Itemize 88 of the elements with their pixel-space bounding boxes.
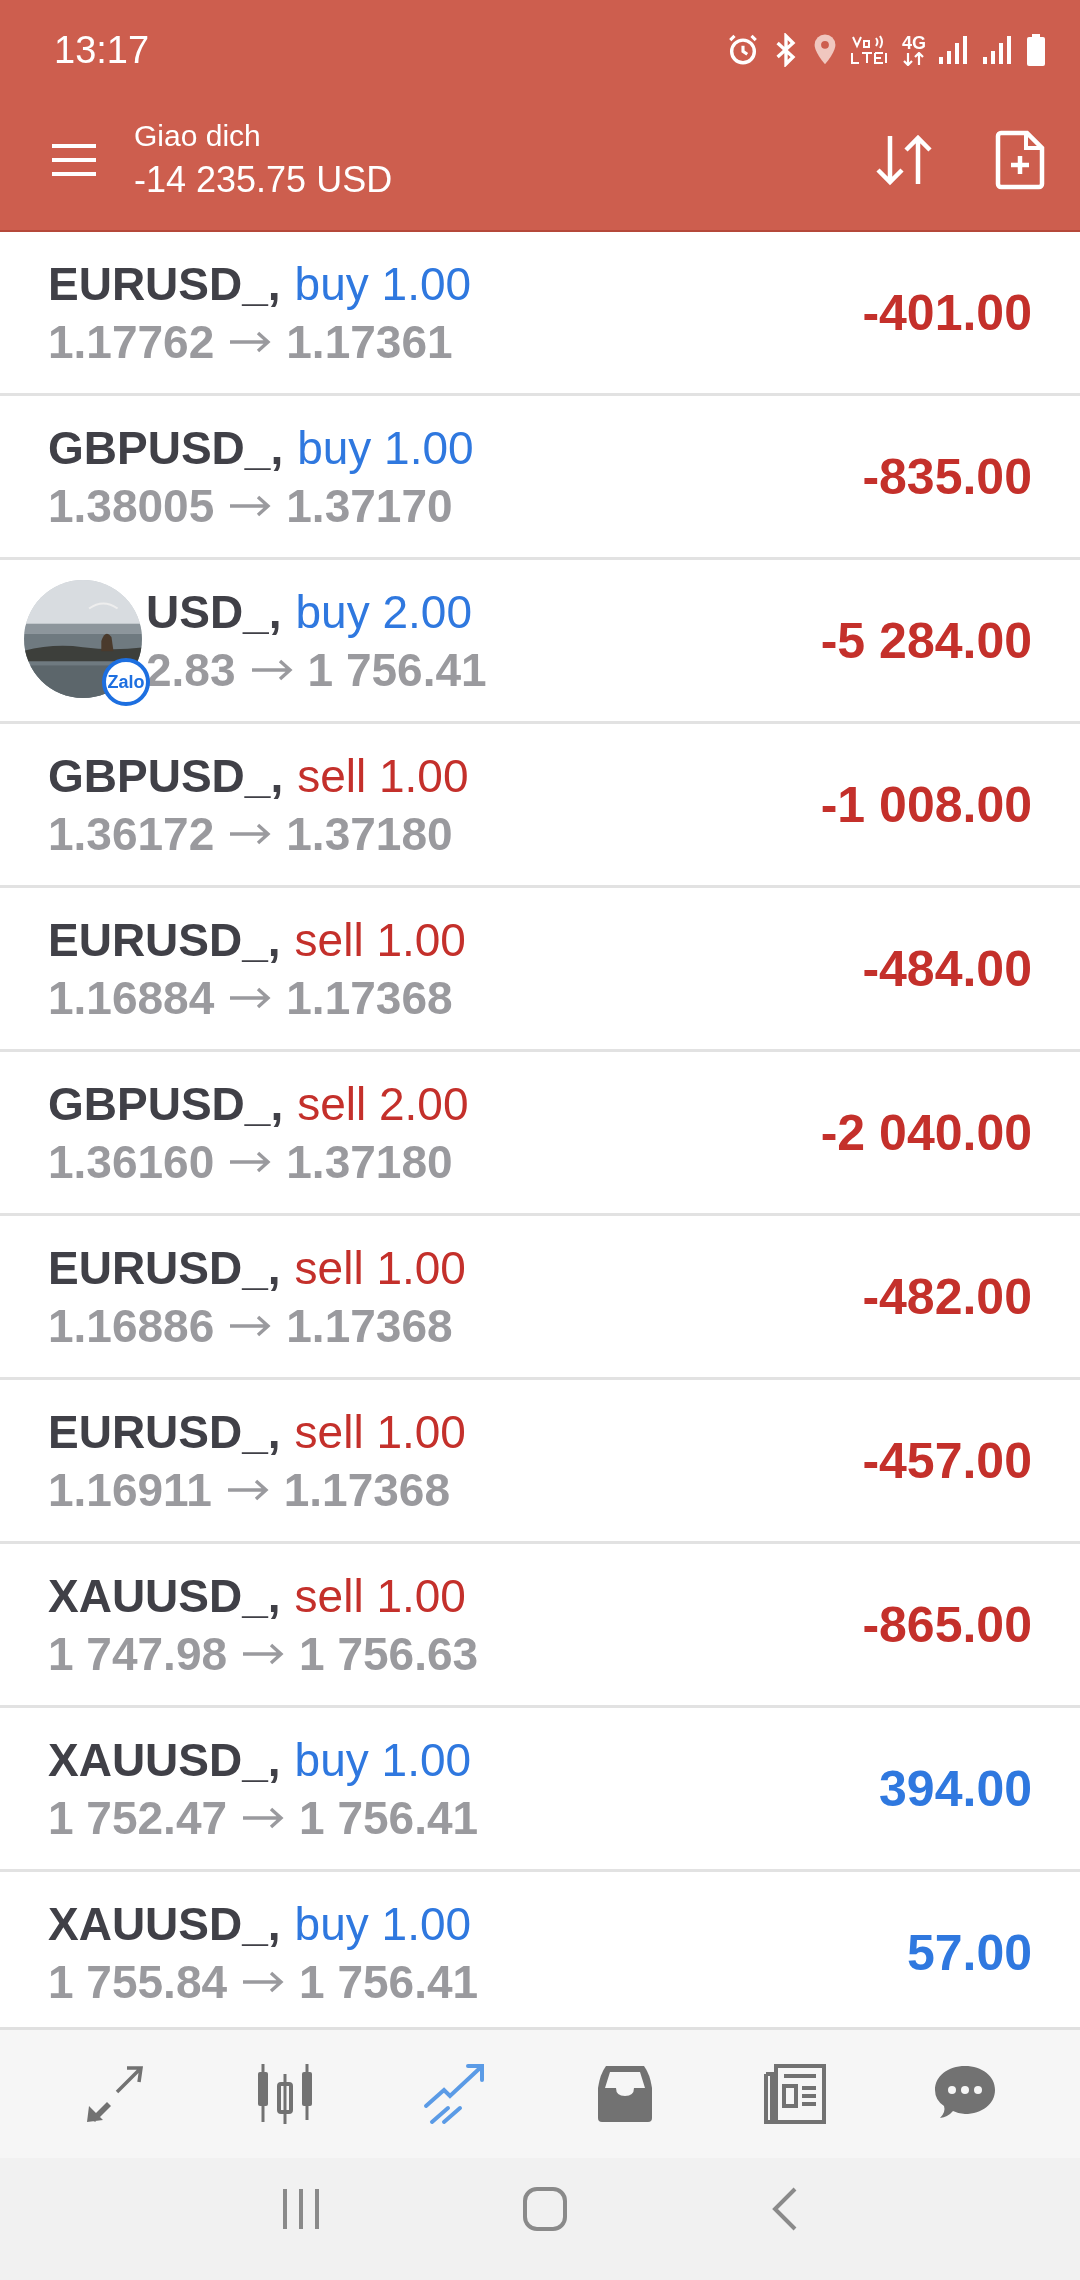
symbol-label: EURUSD_, [48,1240,281,1295]
battery-icon [1026,34,1046,66]
recent-apps-icon[interactable] [280,2187,321,2231]
arrow-icon [228,1150,273,1173]
position-row[interactable]: GBPUSD_, buy 1.00 1.38005 1.37170 -835.00 [0,396,1080,560]
symbol-label: GBPUSD_, [48,748,284,803]
signal-icon [982,35,1014,65]
trade-volume: sell 1.00 [294,1240,466,1295]
arrow-icon [228,1314,273,1337]
current-price: 1 756.63 [299,1626,479,1681]
profit-value: 57.00 [906,1923,1032,1982]
profit-value: -2 040.00 [820,1103,1032,1162]
home-icon[interactable] [522,2186,568,2232]
arrow-icon [241,1970,286,1993]
arrow-icon [249,658,294,681]
arrow-icon [225,1478,270,1501]
arrow-icon [228,986,273,1009]
symbol-label: EURUSD_, [48,1404,281,1459]
position-row[interactable]: EURUSD_, buy 1.00 1.17762 1.17361 -401.00 [0,232,1080,396]
symbol-label: GBPUSD_, [48,1076,284,1131]
open-price: 1 752.47 [48,1790,228,1845]
new-order-icon[interactable] [994,130,1046,190]
open-price: 1.38005 [48,478,215,533]
current-price: 1 756.41 [299,1790,479,1845]
arrow-icon [241,1642,286,1665]
trade-volume: sell 1.00 [294,1404,466,1459]
position-row[interactable]: XAUUSD_, buy 1.00 1 752.47 1 756.41 394.00 [0,1708,1080,1872]
trade-volume: sell 1.00 [294,912,466,967]
menu-icon[interactable] [50,142,98,178]
symbol-label: GBPUSD_, [48,420,284,475]
current-price: 1.17368 [286,1298,453,1353]
profit-value: -401.00 [862,283,1032,342]
open-price: 1.36160 [48,1134,215,1189]
trade-volume: sell 1.00 [297,748,469,803]
profit-value: -484.00 [862,939,1032,998]
open-price: 1.16884 [48,970,215,1025]
position-row[interactable]: XAUUSD_, sell 1.00 1 747.98 1 756.63 -865.00 [0,1544,1080,1708]
trade-volume: buy 1.00 [297,420,474,475]
current-price: 1.37180 [286,1134,453,1189]
open-price: 1 755.84 [48,1954,228,2009]
trade-volume: buy 1.00 [294,1732,472,1787]
current-price: 1.17368 [286,970,453,1025]
open-price: 1 747.98 [48,1626,228,1681]
open-price: 1.17762 [48,314,215,369]
arrow-icon [228,330,273,353]
profit-value: -865.00 [862,1595,1032,1654]
trade-volume: buy 1.00 [294,256,472,311]
location-icon [812,33,838,67]
arrow-icon [241,1806,286,1829]
position-row[interactable]: GBPUSD_, sell 2.00 1.36160 1.37180 -2 040.00 [0,1052,1080,1216]
position-row[interactable]: EURUSD_, sell 1.00 1.16911 1.17368 -457.00 [0,1380,1080,1544]
trade-volume: sell 1.00 [294,1568,466,1623]
arrow-icon [228,822,273,845]
symbol-label: XAUUSD_, [48,1568,281,1623]
symbol-label: EURUSD_, [48,912,281,967]
symbol-label: EURUSD_, [48,256,281,311]
signal-icon [938,35,970,65]
position-row[interactable]: Zalo USD_, buy 2.00 2.83 1 756.41 -5 284.00 [0,560,1080,724]
open-price: 1.36172 [48,806,215,861]
profit-value: -457.00 [862,1431,1032,1490]
newspaper-icon [762,2062,828,2126]
arrow-icon [228,494,273,517]
current-price: 1 756.41 [307,642,487,697]
trade-volume: sell 2.00 [297,1076,469,1131]
position-row[interactable]: EURUSD_, sell 1.00 1.16884 1.17368 -484.00 [0,888,1080,1052]
position-row[interactable]: GBPUSD_, sell 1.00 1.36172 1.37180 -1 008.00 [0,724,1080,888]
screen-title: Giao dich [134,119,262,153]
profit-value: -5 284.00 [820,611,1032,670]
current-price: 1.37180 [286,806,453,861]
account-balance: -14 235.75 USD [134,159,394,201]
current-price: 1.17361 [286,314,453,369]
profit-value: -482.00 [862,1267,1032,1326]
symbol-label: XAUUSD_, [48,1732,281,1787]
trade-volume: buy 2.00 [295,584,472,639]
profit-value: -1 008.00 [820,775,1032,834]
symbol-label: XAUUSD_, [48,1896,281,1951]
profit-value: -835.00 [862,447,1032,506]
open-price: 1.16911 [48,1462,212,1517]
status-time: 13:17 [54,28,150,72]
trade-volume: buy 1.00 [294,1896,472,1951]
position-row[interactable]: EURUSD_, sell 1.00 1.16886 1.17368 -482.00 [0,1216,1080,1380]
volte-icon [850,33,890,67]
current-price: 1.37170 [286,478,453,533]
current-price: 1.17368 [283,1462,451,1517]
profit-value: 394.00 [879,1759,1032,1818]
current-price: 1 756.41 [299,1954,479,2009]
sort-icon[interactable] [874,132,934,188]
open-price: 1.16886 [48,1298,215,1353]
